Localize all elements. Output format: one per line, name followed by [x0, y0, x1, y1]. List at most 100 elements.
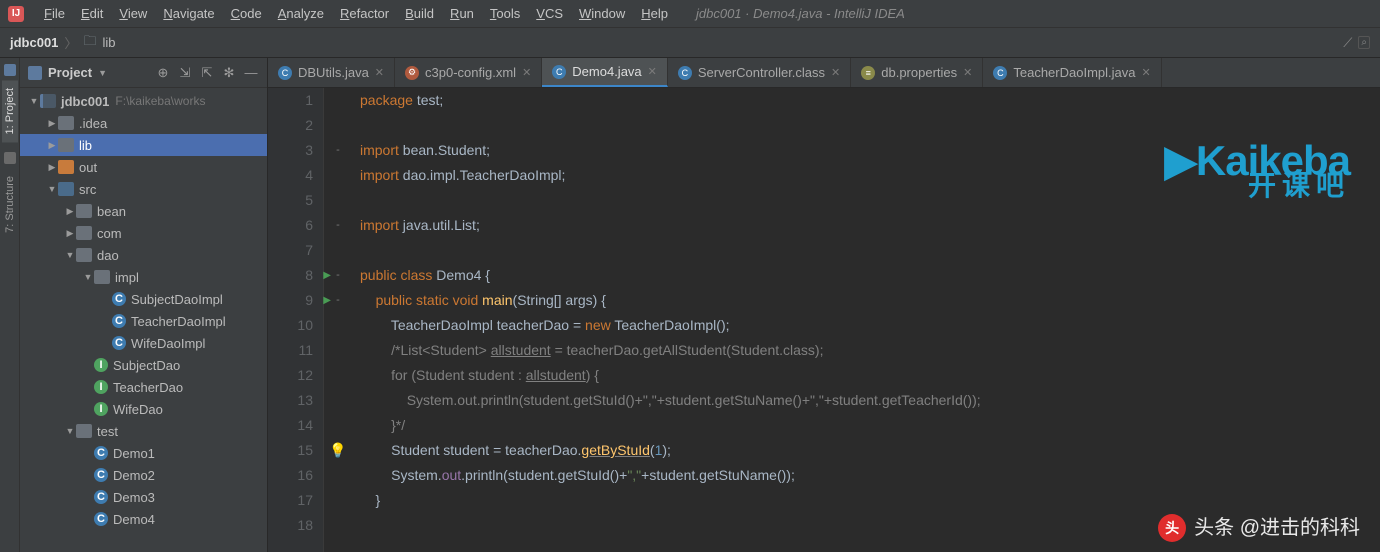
- collapse-icon[interactable]: ⇱: [199, 65, 215, 81]
- tree-row[interactable]: src: [20, 178, 267, 200]
- tree-row[interactable]: bean: [20, 200, 267, 222]
- chevron-right-icon[interactable]: [46, 118, 58, 129]
- lightbulb-icon[interactable]: 💡: [329, 438, 346, 463]
- code-line[interactable]: [360, 513, 1380, 538]
- project-tree[interactable]: jdbc001F:\kaikeba\works.idealiboutsrcbea…: [20, 88, 267, 552]
- tree-row[interactable]: impl: [20, 266, 267, 288]
- tree-row[interactable]: CSubjectDaoImpl: [20, 288, 267, 310]
- tree-row[interactable]: CWifeDaoImpl: [20, 332, 267, 354]
- breadcrumb-project[interactable]: jdbc001: [10, 35, 58, 50]
- tree-row[interactable]: CDemo2: [20, 464, 267, 486]
- menu-view[interactable]: View: [111, 6, 155, 21]
- tree-row[interactable]: .idea: [20, 112, 267, 134]
- tree-row[interactable]: CDemo4: [20, 508, 267, 530]
- menu-analyze[interactable]: Analyze: [270, 6, 332, 21]
- code-line[interactable]: TeacherDaoImpl teacherDao = new TeacherD…: [360, 313, 1380, 338]
- select-opened-icon[interactable]: ⊕: [155, 65, 171, 81]
- code-line[interactable]: import dao.impl.TeacherDaoImpl;: [360, 163, 1380, 188]
- code-line[interactable]: [360, 188, 1380, 213]
- chevron-down-icon[interactable]: [46, 184, 58, 194]
- tree-row[interactable]: test: [20, 420, 267, 442]
- code-line[interactable]: public class Demo4 {: [360, 263, 1380, 288]
- chevron-right-icon[interactable]: [64, 228, 76, 239]
- chevron-right-icon[interactable]: [46, 162, 58, 173]
- close-icon[interactable]: ✕: [375, 66, 384, 79]
- fold-icon[interactable]: -: [336, 263, 340, 288]
- code-line[interactable]: [360, 238, 1380, 263]
- close-icon[interactable]: ✕: [963, 66, 972, 79]
- fold-icon[interactable]: -: [336, 138, 340, 163]
- close-icon[interactable]: ✕: [1141, 66, 1150, 79]
- chevron-down-icon[interactable]: [64, 426, 76, 436]
- code-line[interactable]: System.out.println(student.getStuId()+",…: [360, 388, 1380, 413]
- code-line[interactable]: Student student = teacherDao.getByStuId(…: [360, 438, 1380, 463]
- code-line[interactable]: import bean.Student;: [360, 138, 1380, 163]
- breadcrumb[interactable]: jdbc001 〉 🗀 lib: [10, 32, 115, 54]
- structure-tab[interactable]: 7: Structure: [2, 168, 18, 241]
- structure-tool-icon[interactable]: [4, 152, 16, 164]
- tree-row[interactable]: dao: [20, 244, 267, 266]
- menu-code[interactable]: Code: [223, 6, 270, 21]
- editor-tab[interactable]: CDemo4.java✕: [542, 58, 668, 87]
- editor-tab[interactable]: ≡db.properties✕: [851, 58, 983, 87]
- close-icon[interactable]: ✕: [522, 66, 531, 79]
- editor-tab[interactable]: CTeacherDaoImpl.java✕: [983, 58, 1161, 87]
- gear-icon[interactable]: ✻: [221, 65, 237, 81]
- run-gutter-icon[interactable]: ▶: [323, 288, 331, 313]
- tree-row[interactable]: IWifeDao: [20, 398, 267, 420]
- menu-file[interactable]: File: [36, 6, 73, 21]
- hide-icon[interactable]: —: [243, 65, 259, 81]
- tree-row[interactable]: CDemo3: [20, 486, 267, 508]
- menu-run[interactable]: Run: [442, 6, 482, 21]
- tree-row[interactable]: CDemo1: [20, 442, 267, 464]
- tree-row[interactable]: CTeacherDaoImpl: [20, 310, 267, 332]
- fold-icon[interactable]: -: [336, 288, 340, 313]
- code-line[interactable]: System.out.println(student.getStuId()+",…: [360, 463, 1380, 488]
- editor-tab[interactable]: CServerController.class✕: [668, 58, 851, 87]
- tree-row[interactable]: ISubjectDao: [20, 354, 267, 376]
- code-line[interactable]: }: [360, 488, 1380, 513]
- tree-row[interactable]: jdbc001F:\kaikeba\works: [20, 90, 267, 112]
- close-icon[interactable]: ✕: [831, 66, 840, 79]
- search-icon[interactable]: ⌕: [1358, 36, 1370, 49]
- editor-tab[interactable]: ⚙c3p0-config.xml✕: [395, 58, 542, 87]
- menu-edit[interactable]: Edit: [73, 6, 111, 21]
- chevron-down-icon[interactable]: [28, 96, 40, 106]
- close-icon[interactable]: ✕: [648, 65, 657, 78]
- fold-icon[interactable]: -: [336, 213, 340, 238]
- code-content[interactable]: package test;import bean.Student;import …: [352, 88, 1380, 552]
- project-tool-icon[interactable]: [4, 64, 16, 76]
- chevron-down-icon[interactable]: [82, 272, 94, 282]
- code-line[interactable]: public static void main(String[] args) {: [360, 288, 1380, 313]
- tree-row[interactable]: com: [20, 222, 267, 244]
- chevron-down-icon[interactable]: ▼: [98, 68, 107, 78]
- menu-build[interactable]: Build: [397, 6, 442, 21]
- code-line[interactable]: for (Student student : allstudent) {: [360, 363, 1380, 388]
- code-line[interactable]: package test;: [360, 88, 1380, 113]
- editor-body[interactable]: 12345678▶9▶101112131415161718 ----💡 pack…: [268, 88, 1380, 552]
- menu-tools[interactable]: Tools: [482, 6, 528, 21]
- locate-icon[interactable]: ⟋: [1343, 35, 1352, 51]
- run-gutter-icon[interactable]: ▶: [323, 263, 331, 288]
- breadcrumb-folder[interactable]: lib: [102, 35, 115, 50]
- menu-refactor[interactable]: Refactor: [332, 6, 397, 21]
- editor-tab[interactable]: CDBUtils.java✕: [268, 58, 395, 87]
- folder-icon: 🗀: [83, 32, 96, 54]
- project-tab[interactable]: 1: Project: [2, 80, 18, 142]
- tree-row[interactable]: out: [20, 156, 267, 178]
- tree-row[interactable]: lib: [20, 134, 267, 156]
- code-line[interactable]: import java.util.List;: [360, 213, 1380, 238]
- menu-window[interactable]: Window: [571, 6, 633, 21]
- chevron-down-icon[interactable]: [64, 250, 76, 260]
- menu-help[interactable]: Help: [633, 6, 676, 21]
- chevron-right-icon[interactable]: [46, 140, 58, 151]
- code-line[interactable]: }*/: [360, 413, 1380, 438]
- menu-navigate[interactable]: Navigate: [155, 6, 222, 21]
- code-line[interactable]: [360, 113, 1380, 138]
- tree-row[interactable]: ITeacherDao: [20, 376, 267, 398]
- chevron-right-icon[interactable]: [64, 206, 76, 217]
- code-line[interactable]: /*List<Student> allstudent = teacherDao.…: [360, 338, 1380, 363]
- sidebar-title[interactable]: Project: [48, 65, 92, 80]
- expand-icon[interactable]: ⇲: [177, 65, 193, 81]
- menu-vcs[interactable]: VCS: [528, 6, 571, 21]
